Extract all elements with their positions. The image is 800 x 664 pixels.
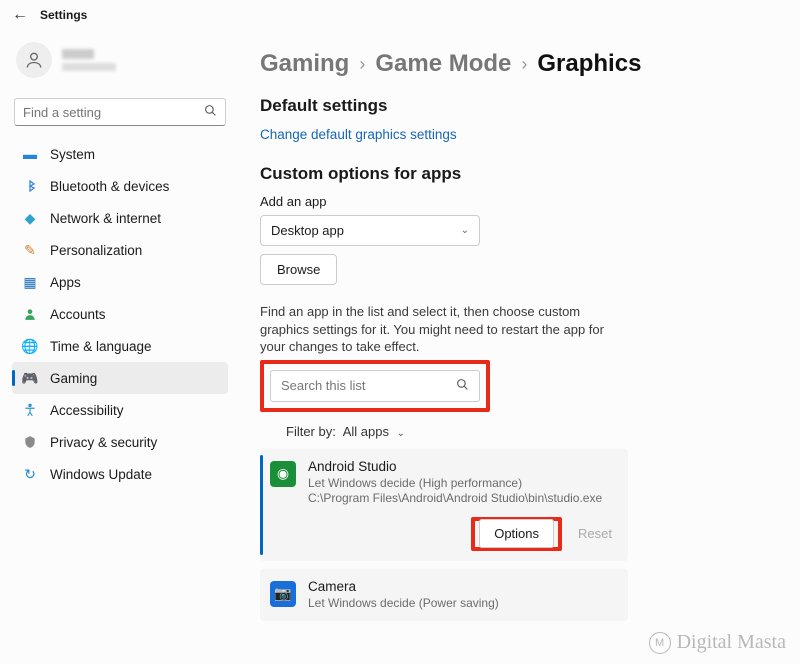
search-placeholder: Search this list — [281, 378, 456, 393]
back-arrow-icon[interactable]: ← — [12, 6, 28, 24]
sidebar-item-accessibility[interactable]: Accessibility — [12, 394, 228, 426]
window-header: ← Settings — [0, 0, 800, 30]
brush-icon: ✎ — [22, 242, 38, 258]
app-path: C:\Program Files\Android\Android Studio\… — [308, 491, 616, 507]
apps-icon: ▦ — [22, 274, 38, 290]
nav-label: System — [50, 147, 95, 162]
camera-icon: 📷 — [270, 581, 296, 607]
options-highlight: Options — [471, 517, 562, 551]
breadcrumb-gamemode[interactable]: Game Mode — [375, 50, 511, 78]
app-name: Camera — [308, 579, 616, 594]
app-card-camera[interactable]: 📷 Camera Let Windows decide (Power savin… — [260, 569, 628, 622]
sidebar-item-privacy[interactable]: Privacy & security — [12, 426, 228, 458]
sidebar: ▬ System Bluetooth & devices ◆ Network &… — [0, 30, 240, 662]
nav-label: Bluetooth & devices — [50, 179, 169, 194]
search-icon — [456, 378, 469, 394]
breadcrumb-gaming[interactable]: Gaming — [260, 50, 349, 78]
reset-button[interactable]: Reset — [574, 520, 616, 547]
android-studio-icon: ◉ — [270, 461, 296, 487]
add-app-label: Add an app — [260, 194, 790, 209]
user-name — [62, 49, 94, 59]
chevron-right-icon: › — [521, 54, 527, 75]
help-text: Find an app in the list and select it, t… — [260, 303, 630, 356]
filter-label: Filter by: — [286, 424, 336, 439]
shield-icon — [22, 434, 38, 450]
chevron-right-icon: › — [359, 54, 365, 75]
avatar-icon — [16, 42, 52, 78]
sidebar-item-network[interactable]: ◆ Network & internet — [12, 202, 228, 234]
watermark: M Digital Masta — [649, 631, 786, 654]
chevron-down-icon: ⌄ — [461, 225, 469, 236]
sidebar-item-time[interactable]: 🌐 Time & language — [12, 330, 228, 362]
find-setting-search[interactable] — [14, 98, 226, 126]
nav-label: Accounts — [50, 307, 106, 322]
sidebar-item-apps[interactable]: ▦ Apps — [12, 266, 228, 298]
person-icon — [22, 306, 38, 322]
filter-row[interactable]: Filter by: All apps ⌄ — [286, 424, 790, 439]
change-default-link[interactable]: Change default graphics settings — [260, 127, 457, 142]
search-highlight: Search this list — [260, 360, 490, 412]
browse-button[interactable]: Browse — [260, 254, 337, 285]
nav-label: Accessibility — [50, 403, 124, 418]
search-icon — [204, 104, 217, 120]
chevron-down-icon: ⌄ — [397, 428, 405, 439]
watermark-text: Digital Masta — [677, 631, 786, 654]
wifi-icon: ◆ — [22, 210, 38, 226]
main-content: Gaming › Game Mode › Graphics Default se… — [240, 30, 800, 662]
app-name: Android Studio — [308, 459, 616, 474]
options-button[interactable]: Options — [479, 519, 554, 548]
nav-label: Personalization — [50, 243, 142, 258]
globe-icon: 🌐 — [22, 338, 38, 354]
sidebar-item-personalization[interactable]: ✎ Personalization — [12, 234, 228, 266]
bluetooth-icon — [22, 178, 38, 194]
default-settings-heading: Default settings — [260, 96, 790, 116]
watermark-logo-icon: M — [649, 632, 671, 654]
nav-list: ▬ System Bluetooth & devices ◆ Network &… — [12, 138, 228, 490]
nav-label: Gaming — [50, 371, 97, 386]
search-list-input[interactable]: Search this list — [270, 370, 480, 402]
sidebar-item-bluetooth[interactable]: Bluetooth & devices — [12, 170, 228, 202]
user-account-row[interactable] — [12, 38, 228, 94]
search-input[interactable] — [23, 105, 204, 120]
sidebar-item-gaming[interactable]: 🎮 Gaming — [12, 362, 228, 394]
accessibility-icon — [22, 402, 38, 418]
app-type-select[interactable]: Desktop app ⌄ — [260, 215, 480, 246]
select-value: Desktop app — [271, 223, 344, 238]
nav-label: Network & internet — [50, 211, 161, 226]
nav-label: Apps — [50, 275, 81, 290]
sidebar-item-update[interactable]: ↻ Windows Update — [12, 458, 228, 490]
sidebar-item-system[interactable]: ▬ System — [12, 138, 228, 170]
gamepad-icon: 🎮 — [22, 370, 38, 386]
window-title: Settings — [40, 8, 87, 22]
nav-label: Time & language — [50, 339, 152, 354]
system-icon: ▬ — [22, 146, 38, 162]
app-perf-mode: Let Windows decide (High performance) — [308, 476, 616, 492]
update-icon: ↻ — [22, 466, 38, 482]
breadcrumb: Gaming › Game Mode › Graphics — [260, 50, 790, 78]
filter-value: All apps — [343, 424, 389, 439]
custom-options-heading: Custom options for apps — [260, 164, 790, 184]
app-perf-mode: Let Windows decide (Power saving) — [308, 596, 616, 612]
sidebar-item-accounts[interactable]: Accounts — [12, 298, 228, 330]
nav-label: Privacy & security — [50, 435, 157, 450]
nav-label: Windows Update — [50, 467, 152, 482]
user-subtitle — [62, 63, 116, 71]
app-card-android-studio[interactable]: ◉ Android Studio Let Windows decide (Hig… — [260, 449, 628, 561]
breadcrumb-current: Graphics — [537, 50, 641, 78]
